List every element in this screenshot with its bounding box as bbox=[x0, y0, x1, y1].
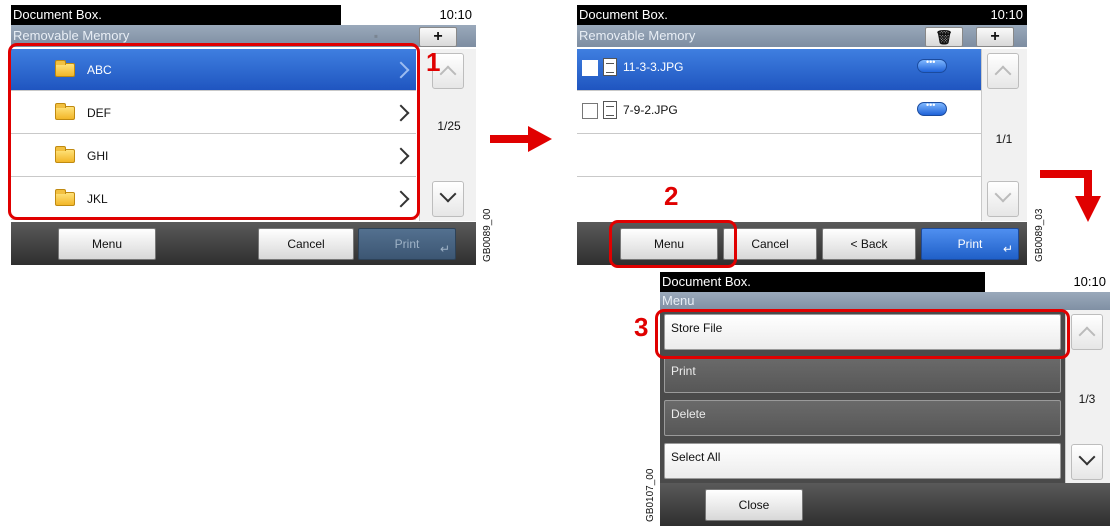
footer-bar: Close bbox=[660, 483, 1110, 526]
image-code: GB0089_00 bbox=[482, 208, 493, 262]
file-row[interactable]: 7-9-2.JPG bbox=[577, 92, 981, 134]
page-indicator: 1/25 bbox=[437, 119, 461, 133]
empty-row bbox=[577, 135, 981, 177]
file-row[interactable]: 11-3-3.JPG bbox=[577, 49, 981, 91]
page-indicator: 1/3 bbox=[1078, 392, 1096, 406]
enter-icon: ↵ bbox=[439, 242, 450, 256]
scroll-down-button[interactable] bbox=[987, 181, 1019, 217]
plus-icon: + bbox=[990, 28, 1000, 45]
chevron-down-icon bbox=[439, 185, 457, 203]
step-1-highlight bbox=[8, 43, 420, 220]
step-2-highlight bbox=[609, 220, 737, 268]
clock: 10:10 bbox=[411, 5, 476, 25]
menu-item-delete[interactable]: Delete bbox=[664, 400, 1061, 436]
detail-button[interactable] bbox=[917, 100, 947, 116]
empty-row bbox=[577, 178, 981, 220]
chevron-down-icon bbox=[1078, 448, 1096, 466]
scroll-down-button[interactable] bbox=[432, 181, 464, 217]
print-label: Print bbox=[394, 237, 420, 251]
step-2-number: 2 bbox=[664, 181, 679, 211]
scroll-up-button[interactable] bbox=[1071, 314, 1103, 350]
print-button[interactable]: Print ↵ bbox=[921, 228, 1019, 260]
chevron-up-icon bbox=[1078, 326, 1096, 344]
chevron-down-icon bbox=[994, 185, 1012, 203]
add-button[interactable]: + bbox=[419, 27, 457, 47]
close-button[interactable]: Close bbox=[705, 489, 803, 521]
cancel-button[interactable]: Cancel bbox=[723, 228, 817, 260]
file-name: 11-3-3.JPG bbox=[623, 60, 684, 74]
menu-item-print[interactable]: Print bbox=[664, 357, 1061, 393]
clock: 10:10 bbox=[990, 7, 1023, 22]
step-3-highlight bbox=[655, 309, 1070, 359]
enter-icon: ↵ bbox=[1002, 242, 1013, 256]
clock: 10:10 bbox=[1045, 272, 1110, 292]
print-button[interactable]: Print ↵ bbox=[358, 228, 456, 260]
chevron-up-icon bbox=[994, 65, 1012, 83]
checkbox[interactable] bbox=[582, 60, 598, 76]
arrow-down-icon bbox=[1040, 170, 1101, 222]
screen-title: Document Box. bbox=[11, 5, 341, 25]
back-button[interactable]: < Back bbox=[822, 228, 916, 260]
document-icon bbox=[603, 58, 617, 76]
add-button[interactable]: + bbox=[976, 27, 1014, 47]
checkbox[interactable] bbox=[582, 103, 598, 119]
image-code: GB0107_00 bbox=[645, 468, 656, 522]
page-indicator: 1/1 bbox=[995, 132, 1013, 146]
scroll-column: 1/3 bbox=[1065, 310, 1110, 486]
step-1-number: 1 bbox=[426, 47, 441, 77]
menu-item-select-all[interactable]: Select All bbox=[664, 443, 1061, 479]
screen-title: Document Box. bbox=[660, 272, 985, 292]
step-3-number: 3 bbox=[634, 312, 649, 342]
chevron-up-icon bbox=[439, 65, 457, 83]
document-icon bbox=[603, 101, 617, 119]
delete-button[interactable]: 🗑 bbox=[925, 27, 963, 47]
trash-icon: 🗑 bbox=[935, 29, 953, 45]
arrow-right-icon bbox=[490, 126, 552, 152]
scroll-column: 1/1 bbox=[981, 49, 1027, 221]
scroll-down-button[interactable] bbox=[1071, 444, 1103, 480]
footer-bar: Menu Cancel Print ↵ bbox=[11, 222, 476, 265]
scroll-up-button[interactable] bbox=[987, 53, 1019, 89]
print-label: Print bbox=[957, 237, 983, 251]
detail-button[interactable] bbox=[917, 57, 947, 73]
menu-button[interactable]: Menu bbox=[58, 228, 156, 260]
cancel-button[interactable]: Cancel bbox=[258, 228, 354, 260]
plus-icon: + bbox=[433, 28, 443, 45]
screen-title: Document Box. bbox=[577, 5, 1027, 25]
file-name: 7-9-2.JPG bbox=[623, 103, 678, 117]
